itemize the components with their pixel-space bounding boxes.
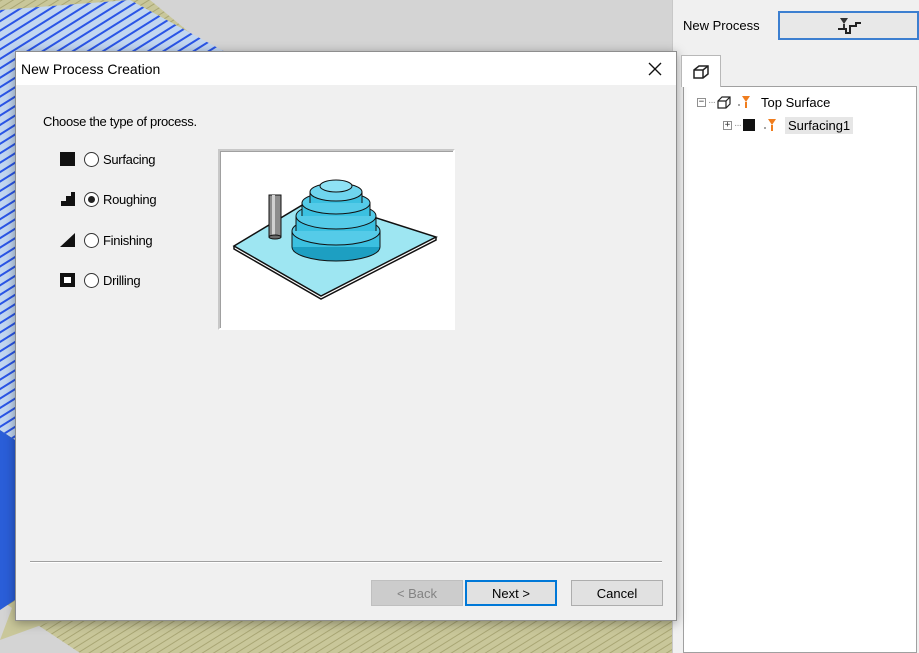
new-process-dialog: New Process Creation Choose the type of … (15, 51, 677, 621)
process-preview-image (218, 149, 455, 330)
option-label: Finishing (103, 232, 153, 248)
option-label: Surfacing (103, 151, 156, 167)
cancel-button[interactable]: Cancel (571, 580, 663, 606)
back-button[interactable]: < Back (371, 580, 463, 606)
tree-item-top-surface[interactable]: − ··· Top Surface (697, 92, 830, 112)
dialog-separator (30, 561, 662, 563)
radio-roughing[interactable] (84, 191, 99, 207)
new-process-label: New Process (683, 18, 760, 33)
tab-model-tree[interactable] (681, 55, 721, 87)
tree-connector: ··· (708, 96, 716, 108)
surfacing-icon (60, 151, 76, 167)
finishing-icon (60, 232, 76, 248)
tree-connector: ··· (734, 119, 742, 131)
tree-item-surfacing1[interactable]: + ··· Surfacing1 (723, 115, 854, 135)
close-button[interactable] (640, 56, 670, 82)
dialog-title: New Process Creation (21, 61, 161, 77)
option-surfacing[interactable]: Surfacing (60, 149, 156, 169)
option-finishing[interactable]: Finishing (60, 230, 153, 250)
radio-drilling[interactable] (84, 272, 99, 288)
radio-finishing[interactable] (84, 232, 99, 248)
tree-item-label: Surfacing1 (785, 116, 854, 134)
dialog-titlebar[interactable]: New Process Creation (16, 52, 676, 85)
roughing-preview-illustration (232, 179, 438, 300)
radio-surfacing[interactable] (84, 151, 99, 167)
new-process-button[interactable] (778, 11, 919, 40)
option-drilling[interactable]: Drilling (60, 270, 141, 290)
roughing-icon (60, 191, 76, 207)
cube-icon (717, 95, 731, 109)
tool-icon (764, 119, 776, 131)
radio-selected-dot (88, 195, 95, 203)
option-label: Roughing (103, 191, 157, 207)
process-type-prompt: Choose the type of process. (43, 114, 197, 129)
drilling-icon (60, 272, 76, 288)
roughing-tool-icon (837, 17, 861, 34)
process-side-panel: New Process − ··· Top Surface + ··· Surf… (672, 0, 919, 653)
expand-toggle[interactable]: + (723, 120, 732, 130)
tool-icon (738, 96, 750, 108)
collapse-toggle[interactable]: − (697, 97, 706, 107)
option-label: Drilling (103, 272, 141, 288)
process-tree[interactable]: − ··· Top Surface + ··· Surfacing1 (683, 86, 917, 653)
option-roughing[interactable]: Roughing (60, 189, 157, 209)
cube-icon (693, 64, 709, 79)
tree-item-label: Top Surface (761, 94, 831, 110)
next-button[interactable]: Next > (465, 580, 557, 606)
surfacing-icon (743, 119, 755, 131)
close-icon (648, 62, 662, 76)
